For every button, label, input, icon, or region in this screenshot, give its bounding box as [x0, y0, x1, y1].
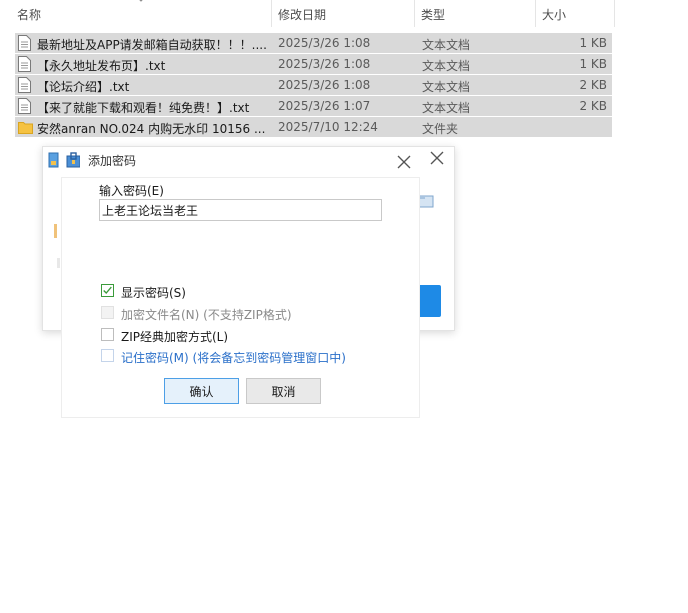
encrypt-filenames-checkbox[interactable]: [101, 306, 114, 319]
text-file-icon: [18, 56, 31, 72]
column-divider[interactable]: [614, 0, 615, 27]
text-file-icon: [18, 77, 31, 93]
file-name: 最新地址及APP请发邮箱自动获取！！！....: [37, 38, 267, 52]
file-size: 2 KB: [579, 78, 607, 92]
file-name: 【来了就能下载和观看！纯免费！】.txt: [37, 101, 250, 115]
file-date: 2025/3/26 1:08: [278, 57, 371, 71]
password-input[interactable]: [99, 199, 382, 221]
cancel-button[interactable]: 取消: [246, 378, 321, 404]
file-row[interactable]: 【永久地址发布页】.txt 2025/3/26 1:08 文本文档 1 KB: [15, 54, 612, 74]
parent-dialog-marker: [57, 258, 60, 268]
encrypt-filenames-label: 加密文件名(N) (不支持ZIP格式): [121, 308, 292, 322]
file-name: 【永久地址发布页】.txt: [37, 59, 166, 73]
parent-dialog-marker: [54, 224, 57, 238]
archive-app-icon: [48, 152, 80, 168]
file-row[interactable]: 最新地址及APP请发邮箱自动获取！！！.... 2025/3/26 1:08 文…: [15, 33, 612, 53]
file-row[interactable]: 【论坛介绍】.txt 2025/3/26 1:08 文本文档 2 KB: [15, 75, 612, 95]
folder-icon: [18, 122, 33, 134]
remember-password-label[interactable]: 记住密码(M) (将会备忘到密码管理窗口中): [121, 349, 346, 366]
column-header-type[interactable]: 类型: [421, 6, 445, 23]
ok-button[interactable]: 确认: [164, 378, 239, 404]
column-header-name[interactable]: 名称: [17, 6, 41, 23]
checkmark-icon: [103, 286, 112, 295]
file-size: 2 KB: [579, 99, 607, 113]
zip-classic-checkbox[interactable]: [101, 328, 114, 341]
file-size: 1 KB: [579, 36, 607, 50]
file-type: 文件夹: [422, 122, 459, 136]
text-file-icon: [18, 98, 31, 114]
column-header-date[interactable]: 修改日期: [278, 6, 326, 23]
folder-name: 安然anran NO.024 内购无水印 10156 ...: [37, 122, 266, 136]
parent-close-icon[interactable]: [430, 151, 444, 165]
column-header-bar: 名称 修改日期 类型 大小: [0, 0, 616, 28]
browse-folder-icon[interactable]: [418, 193, 434, 209]
column-divider[interactable]: [271, 0, 272, 27]
file-name: 【论坛介绍】.txt: [37, 80, 130, 94]
file-size: 1 KB: [579, 57, 607, 71]
folder-row[interactable]: 安然anran NO.024 内购无水印 10156 ... 2025/7/10…: [15, 117, 612, 137]
file-type: 文本文档: [422, 59, 471, 73]
file-date: 2025/3/26 1:07: [278, 99, 371, 113]
close-icon[interactable]: [397, 155, 411, 169]
text-file-icon: [18, 35, 31, 51]
dialog-title: 添加密码: [88, 154, 137, 168]
column-divider[interactable]: [535, 0, 536, 27]
file-type: 文本文档: [422, 101, 471, 115]
file-row[interactable]: 【来了就能下载和观看！纯免费！】.txt 2025/3/26 1:07 文本文档…: [15, 96, 612, 116]
file-date: 2025/7/10 12:24: [278, 120, 378, 134]
column-divider[interactable]: [414, 0, 415, 27]
file-type: 文本文档: [422, 80, 471, 94]
file-date: 2025/3/26 1:08: [278, 78, 371, 92]
zip-classic-label[interactable]: ZIP经典加密方式(L): [121, 328, 228, 345]
file-type: 文本文档: [422, 38, 471, 52]
sort-chevron-icon: [139, 0, 143, 2]
password-label: 输入密码(E): [99, 184, 164, 198]
column-header-size[interactable]: 大小: [542, 6, 566, 23]
file-date: 2025/3/26 1:08: [278, 36, 371, 50]
show-password-checkbox[interactable]: [101, 284, 114, 297]
remember-password-checkbox[interactable]: [101, 349, 114, 362]
show-password-label[interactable]: 显示密码(S): [121, 284, 186, 301]
